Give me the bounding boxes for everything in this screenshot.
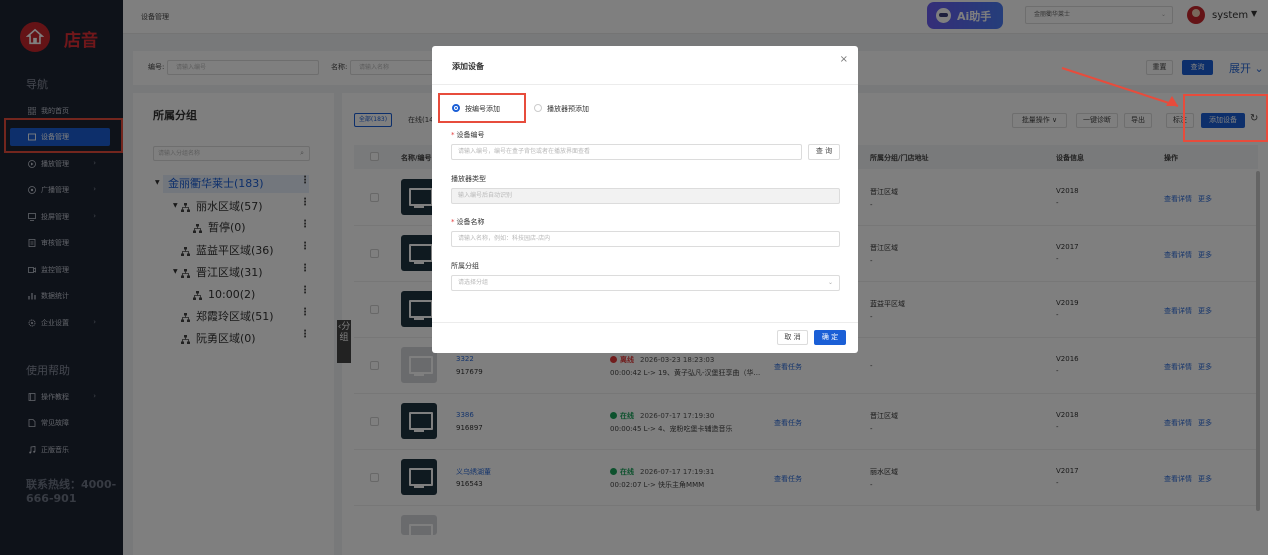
radio-player-pre-add-label[interactable]: 播放器预添加 [547, 104, 589, 114]
device-code-query-button[interactable]: 查 询 [808, 144, 840, 160]
divider [432, 322, 858, 323]
radio-player-pre-add[interactable] [534, 104, 542, 112]
player-type-label: 播放器类型 [451, 175, 486, 183]
cancel-button[interactable]: 取 消 [777, 330, 808, 345]
device-code-label: * 设备编号 [451, 131, 485, 139]
chevron-down-icon: ⌄ [827, 279, 833, 286]
confirm-button[interactable]: 确 定 [814, 330, 846, 345]
device-name-label: * 设备名称 [451, 218, 485, 226]
divider [432, 84, 858, 85]
group-label: 所属分组 [451, 262, 479, 270]
group-select[interactable]: 请选择分组 ⌄ [451, 275, 840, 291]
device-code-input[interactable]: 请输入编号，编号在盒子背包或者在播放界面查看 [451, 144, 802, 160]
dialog-title: 添加设备 [452, 62, 484, 71]
close-icon[interactable]: × [840, 54, 848, 65]
device-name-input[interactable]: 请输入名称，例如：科技园店-店内 [451, 231, 840, 247]
highlight-frame-radio [438, 93, 526, 123]
highlight-frame-add-button [1183, 94, 1268, 142]
player-type-input: 输入编号后自动识别 [451, 188, 840, 204]
annotation-arrow-icon [1061, 67, 1179, 107]
